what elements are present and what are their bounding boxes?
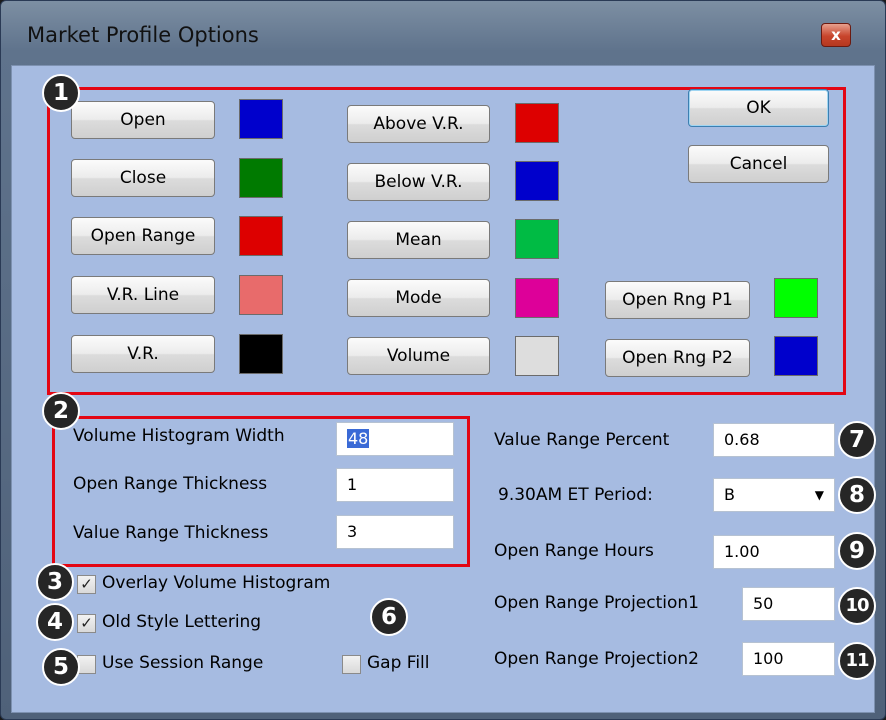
callout-badge-2: 2 xyxy=(42,392,80,430)
cancel-button[interactable]: Cancel xyxy=(688,145,829,183)
open-range-color-swatch[interactable] xyxy=(239,216,283,256)
below-vr-color-swatch[interactable] xyxy=(515,161,559,201)
open-color-button[interactable]: Open xyxy=(71,101,215,139)
gap-fill-checkbox[interactable] xyxy=(342,655,361,674)
callout-badge-10: 10 xyxy=(838,587,876,625)
callout-badge-6: 6 xyxy=(370,598,408,636)
vr-color-button[interactable]: V.R. xyxy=(71,335,215,373)
open-rng-p2-color-swatch[interactable] xyxy=(774,336,818,376)
callout-badge-8: 8 xyxy=(838,476,876,514)
old-style-lettering-checkbox[interactable]: ✓ xyxy=(77,614,96,633)
above-vr-color-swatch[interactable] xyxy=(515,103,559,143)
old-style-lettering-label[interactable]: Old Style Lettering xyxy=(102,612,261,632)
open-rng-p1-color-button[interactable]: Open Rng P1 xyxy=(605,281,750,319)
callout-badge-7: 7 xyxy=(838,421,876,459)
callout-badge-3: 3 xyxy=(36,563,74,601)
window-title: Market Profile Options xyxy=(27,23,259,47)
open-range-hours-label: Open Range Hours xyxy=(494,541,654,561)
callout-badge-5: 5 xyxy=(42,648,80,686)
vr-color-swatch[interactable] xyxy=(239,334,283,374)
volume-color-swatch[interactable] xyxy=(515,336,559,376)
market-profile-options-window: Market Profile Options x Open Close Open… xyxy=(0,0,886,720)
close-button[interactable]: x xyxy=(821,23,851,47)
below-vr-color-button[interactable]: Below V.R. xyxy=(347,163,490,201)
callout-badge-1: 1 xyxy=(42,74,80,112)
overlay-volume-histogram-checkbox[interactable]: ✓ xyxy=(77,575,96,594)
open-rng-p2-color-button[interactable]: Open Rng P2 xyxy=(605,339,750,377)
callout-badge-9: 9 xyxy=(838,532,876,570)
et-period-value: B xyxy=(724,485,735,504)
mode-color-button[interactable]: Mode xyxy=(347,279,490,317)
ok-button[interactable]: OK xyxy=(688,89,829,127)
value-range-thickness-label: Value Range Thickness xyxy=(73,523,269,543)
close-color-button[interactable]: Close xyxy=(71,159,215,197)
open-rng-p1-color-swatch[interactable] xyxy=(774,278,818,318)
above-vr-color-button[interactable]: Above V.R. xyxy=(347,105,490,143)
mean-color-swatch[interactable] xyxy=(515,219,559,259)
mean-color-button[interactable]: Mean xyxy=(347,221,490,259)
open-range-thickness-label: Open Range Thickness xyxy=(73,474,268,494)
volume-color-button[interactable]: Volume xyxy=(347,337,490,375)
et-period-select[interactable]: B ▼ xyxy=(713,478,835,512)
vr-line-color-button[interactable]: V.R. Line xyxy=(71,276,215,314)
open-range-projection2-input[interactable]: 100 xyxy=(742,642,835,676)
overlay-volume-histogram-label[interactable]: Overlay Volume Histogram xyxy=(102,573,330,593)
value-range-percent-input[interactable]: 0.68 xyxy=(713,423,835,457)
volume-histogram-width-input[interactable]: 48 xyxy=(336,422,454,456)
callout-badge-4: 4 xyxy=(36,603,74,641)
value-range-percent-label: Value Range Percent xyxy=(494,430,670,450)
dialog-client-area: Open Close Open Range V.R. Line V.R. Abo… xyxy=(11,65,876,713)
open-color-swatch[interactable] xyxy=(239,99,283,139)
open-range-projection1-input[interactable]: 50 xyxy=(742,587,835,621)
open-range-projection2-label: Open Range Projection2 xyxy=(494,649,699,669)
open-range-projection1-label: Open Range Projection1 xyxy=(494,593,699,613)
open-range-color-button[interactable]: Open Range xyxy=(71,217,215,255)
et-period-label: 9.30AM ET Period: xyxy=(498,485,653,505)
use-session-range-label[interactable]: Use Session Range xyxy=(102,653,263,673)
vr-line-color-swatch[interactable] xyxy=(239,275,283,315)
volume-histogram-width-value: 48 xyxy=(347,429,370,448)
callout-badge-11: 11 xyxy=(838,642,876,680)
close-color-swatch[interactable] xyxy=(239,158,283,198)
gap-fill-label[interactable]: Gap Fill xyxy=(367,653,430,673)
volume-histogram-width-label: Volume Histogram Width xyxy=(73,426,285,446)
open-range-hours-input[interactable]: 1.00 xyxy=(713,535,835,569)
chevron-down-icon[interactable]: ▼ xyxy=(815,479,824,511)
value-range-thickness-input[interactable]: 3 xyxy=(336,515,454,549)
mode-color-swatch[interactable] xyxy=(515,278,559,318)
open-range-thickness-input[interactable]: 1 xyxy=(336,468,454,502)
